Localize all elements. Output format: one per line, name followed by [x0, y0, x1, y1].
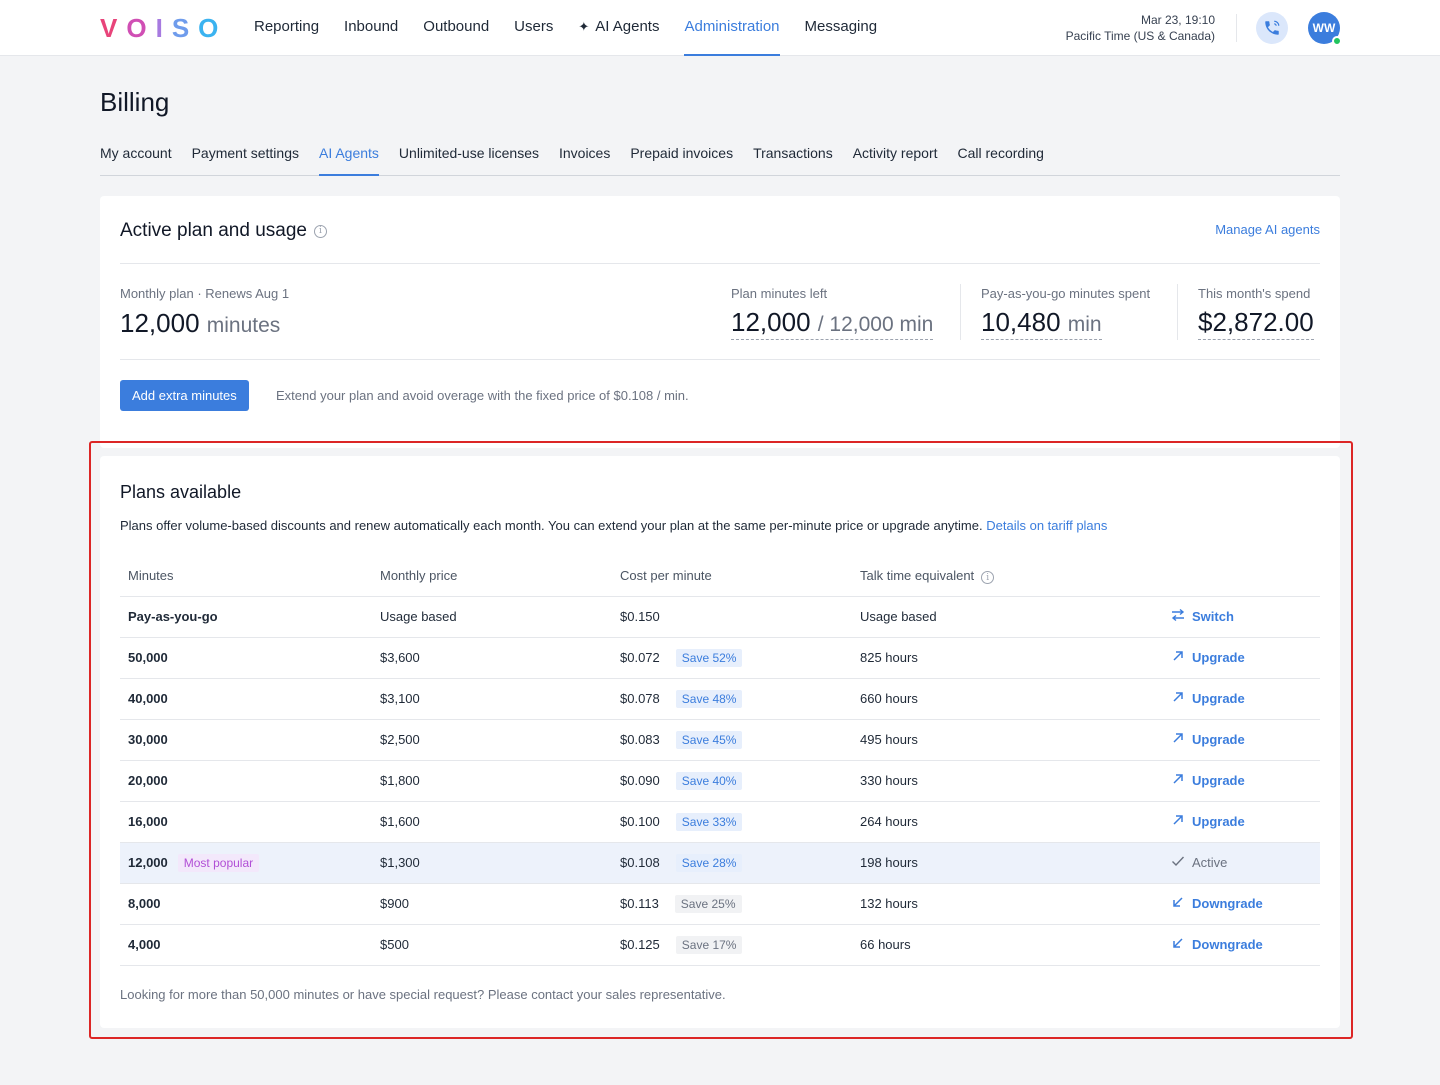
phone-icon	[1265, 20, 1280, 35]
tab-prepaid-invoices[interactable]: Prepaid invoices	[630, 136, 733, 176]
add-extra-minutes-button[interactable]: Add extra minutes	[120, 380, 249, 411]
nav-item-administration[interactable]: Administration	[684, 0, 780, 56]
minutes-left-unit: / 12,000 min	[817, 313, 934, 336]
payg-spent-value[interactable]: 10,480 min	[981, 307, 1102, 340]
info-icon[interactable]: i	[313, 224, 327, 238]
nav-item-outbound[interactable]: Outbound	[423, 0, 489, 56]
nav-item-label: Outbound	[423, 18, 490, 35]
top-nav-bar: VOISO Reporting Inbound Outbound Users ✦ AI A…	[0, 0, 1440, 56]
tab-transactions[interactable]: Transactions	[753, 136, 833, 176]
main-nav: Reporting Inbound Outbound Users ✦ AI Agents A…	[254, 0, 902, 56]
stat-separator	[960, 284, 961, 340]
nav-item-label: AI Agents	[595, 18, 660, 35]
stat-separator	[1177, 284, 1178, 340]
logo-letter: O	[198, 13, 228, 43]
monthly-plan-label: Monthly plan · Renews Aug 1	[120, 286, 290, 301]
tab-unlimited-use-licenses[interactable]: Unlimited-use licenses	[399, 136, 539, 176]
active-plan-card: Active plan and usage i Manage AI agents…	[100, 196, 1340, 448]
minutes-left-number: 12,000	[731, 307, 811, 337]
logo-letter: S	[171, 13, 199, 43]
logo-letter: I	[155, 13, 172, 43]
billing-tabs: My account Payment settings AI Agents Unlim…	[100, 136, 1340, 176]
minutes-left-amount: 12,000 / 12,000 min	[731, 307, 934, 340]
current-datetime: Mar 23, 19:10	[1140, 13, 1215, 27]
minutes-left-label: Plan minutes left	[731, 286, 828, 301]
nav-item-messaging[interactable]: Messaging	[805, 0, 878, 56]
nav-item-label: Inbound	[344, 18, 399, 35]
nav-item-ai-agents[interactable]: ✦ AI Agents	[578, 0, 659, 56]
month-spend-label: This month's spend	[1198, 286, 1311, 301]
nav-item-users[interactable]: Users	[514, 0, 553, 56]
datetime-display: Mar 23, 19:10 Pacific Time (US & Canada)	[1066, 12, 1215, 44]
divider	[120, 263, 1320, 264]
payg-spent-number: 10,480	[981, 307, 1061, 337]
month-spend-value[interactable]: $2,872.00	[1198, 307, 1314, 340]
payg-spent-unit: min	[1067, 313, 1102, 336]
monthly-plan-value: 12,000 minutes	[120, 308, 280, 339]
sparkle-icon: ✦	[578, 19, 590, 34]
softphone-button[interactable]	[1256, 12, 1288, 44]
tab-ai-agents[interactable]: AI Agents	[318, 136, 379, 176]
divider	[120, 359, 1320, 360]
nav-item-reporting[interactable]: Reporting	[254, 0, 319, 56]
monthly-plan-minutes: 12,000	[120, 308, 200, 338]
avatar-initials: WW	[1312, 21, 1336, 35]
monthly-plan-unit: minutes	[206, 314, 281, 337]
nav-item-label: Users	[514, 18, 554, 35]
active-plan-title: Active plan and usage	[120, 220, 307, 241]
nav-item-label: Administration	[684, 18, 780, 35]
manage-ai-agents-link[interactable]: Manage AI agents	[1215, 222, 1320, 237]
tab-activity-report[interactable]: Activity report	[853, 136, 938, 176]
logo-letter: V	[100, 13, 127, 43]
timezone-label: Pacific Time (US & Canada)	[1065, 29, 1215, 43]
tab-invoices[interactable]: Invoices	[559, 136, 610, 176]
logo-letter: O	[126, 13, 156, 43]
tab-my-account[interactable]: My account	[100, 136, 172, 176]
payg-spent-amount: 10,480 min	[981, 307, 1102, 340]
tab-payment-settings[interactable]: Payment settings	[192, 136, 299, 176]
page-title: Billing	[100, 87, 170, 117]
online-status-dot	[1332, 36, 1342, 46]
minutes-left-value[interactable]: 12,000 / 12,000 min	[731, 307, 934, 340]
extra-minutes-hint: Extend your plan and avoid overage with …	[276, 388, 689, 403]
month-spend-amount: $2,872.00	[1198, 307, 1314, 340]
voiso-logo[interactable]: VOISO	[100, 13, 227, 44]
nav-item-inbound[interactable]: Inbound	[344, 0, 398, 56]
nav-item-label: Messaging	[804, 18, 878, 35]
active-plan-heading: Active plan and usage i	[120, 220, 327, 242]
user-avatar[interactable]: WW	[1308, 12, 1342, 46]
nav-item-label: Reporting	[254, 18, 320, 35]
header-divider	[1236, 14, 1237, 42]
tab-call-recording[interactable]: Call recording	[958, 136, 1044, 176]
highlight-frame	[89, 441, 1353, 1039]
payg-spent-label: Pay-as-you-go minutes spent	[981, 286, 1151, 301]
